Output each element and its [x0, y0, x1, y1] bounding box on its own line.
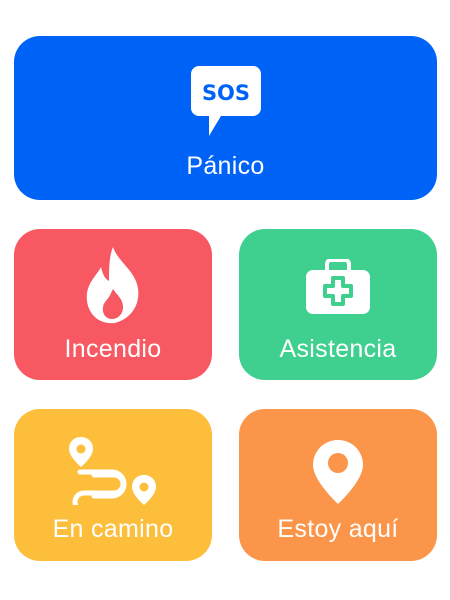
on-the-way-button[interactable]: En camino: [14, 409, 212, 561]
fire-label: Incendio: [64, 335, 162, 363]
im-here-label: Estoy aquí: [277, 515, 399, 543]
panic-button[interactable]: SOS Pánico: [14, 36, 437, 200]
location-pin-icon: [312, 439, 364, 510]
sos-text: SOS: [201, 81, 249, 105]
on-the-way-label: En camino: [52, 515, 174, 543]
assistance-button[interactable]: Asistencia: [239, 229, 437, 380]
first-aid-kit-icon: [305, 258, 371, 320]
route-icon: [68, 435, 158, 514]
panic-label: Pánico: [186, 152, 265, 180]
im-here-button[interactable]: Estoy aquí: [239, 409, 437, 561]
flame-icon: [83, 245, 143, 330]
sos-speech-bubble-icon: SOS: [189, 64, 263, 143]
assistance-label: Asistencia: [279, 335, 397, 363]
fire-button[interactable]: Incendio: [14, 229, 212, 380]
